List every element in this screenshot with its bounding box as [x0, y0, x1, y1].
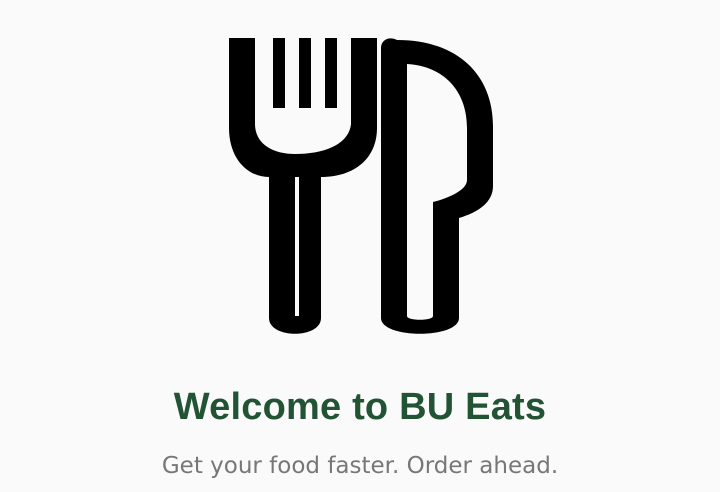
knife-icon: [381, 38, 493, 334]
welcome-subtitle: Get your food faster. Order ahead.: [161, 453, 559, 479]
welcome-title: Welcome to BU Eats: [173, 386, 547, 428]
fork-knife-icon: [229, 38, 493, 334]
fork-icon: [229, 38, 377, 334]
welcome-screen: Welcome to BU Eats Get your food faster.…: [0, 0, 720, 492]
